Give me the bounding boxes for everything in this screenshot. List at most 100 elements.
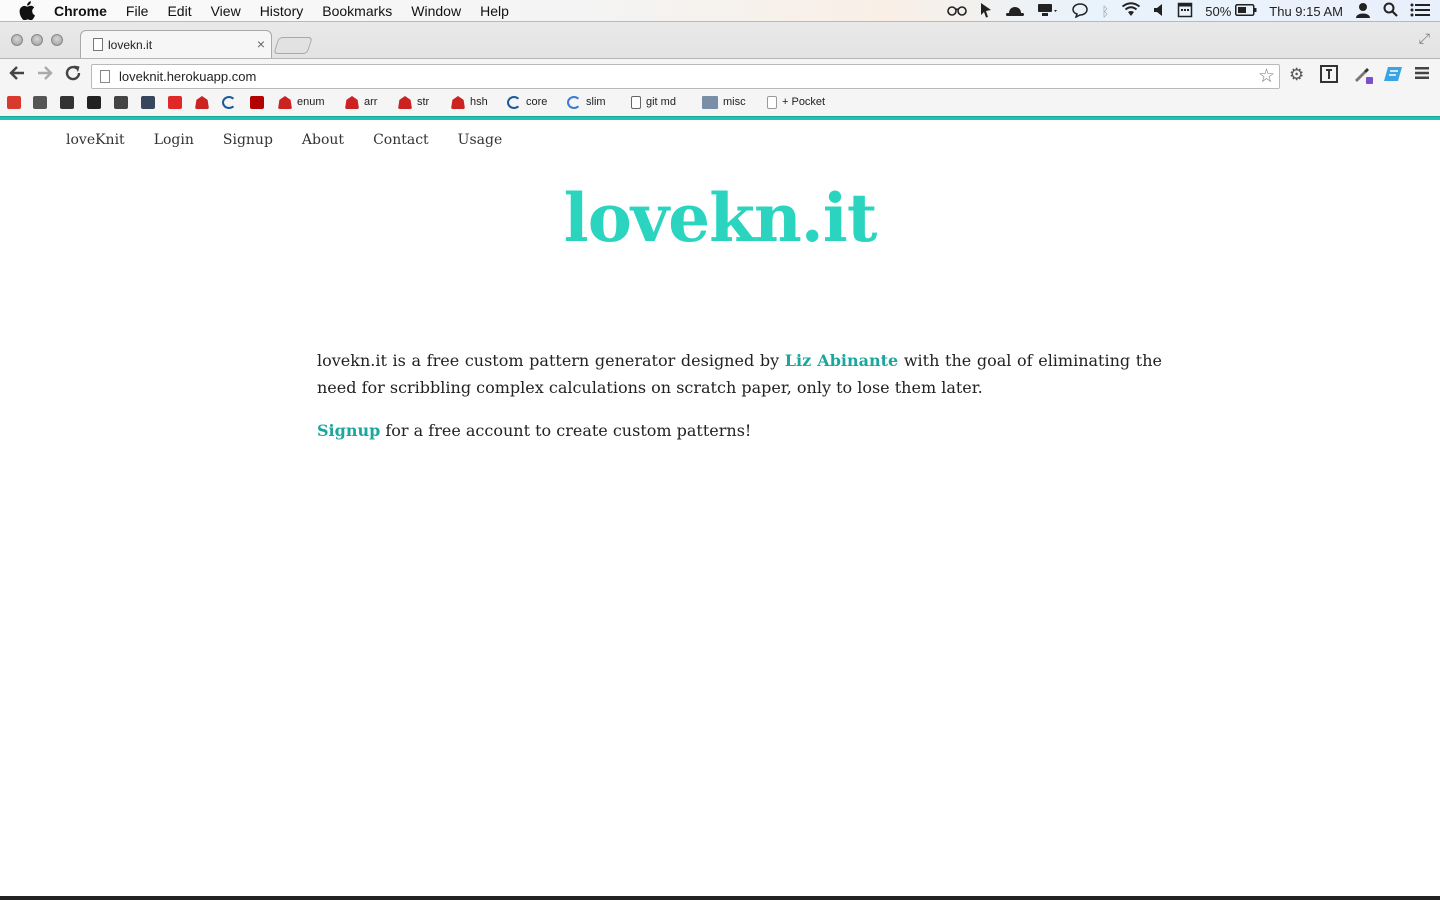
site-accent-line (0, 116, 1440, 120)
tab-title: lovekn.it (108, 38, 153, 52)
status-area: ᛒ 50% Thu 9:15 AM (935, 0, 1440, 22)
nav-link-usage[interactable]: Usage (458, 131, 503, 149)
glasses-icon[interactable] (947, 4, 968, 19)
fullscreen-icon[interactable]: ⤢ (1419, 30, 1430, 47)
menu-view[interactable]: View (211, 2, 241, 20)
user-icon[interactable] (1355, 2, 1371, 21)
browser-window-frame: lovekn.it × ⤢ loveknit.herokuapp.com ☆ ⚙ (0, 22, 1440, 120)
bookmark-item[interactable] (60, 96, 79, 109)
folder-icon (702, 96, 718, 109)
menu-help[interactable]: Help (480, 2, 509, 20)
signup-link[interactable]: Signup (317, 421, 380, 440)
bookmark-star-icon[interactable]: ☆ (1258, 65, 1275, 88)
hat-icon[interactable] (1005, 3, 1025, 20)
cloud-icon (114, 96, 128, 109)
chat-bubble-icon[interactable] (1071, 2, 1089, 21)
page-icon (767, 96, 777, 109)
calendar-icon[interactable] (1177, 2, 1193, 21)
url-text[interactable]: loveknit.herokuapp.com (119, 68, 256, 86)
bookmark-item[interactable] (33, 96, 52, 109)
bookmark-label: hsh (470, 96, 488, 108)
notification-list-icon[interactable] (1410, 3, 1430, 20)
minimize-window-button[interactable] (31, 34, 43, 46)
ruby-icon (195, 96, 209, 109)
bookmark-item[interactable]: str (398, 96, 429, 109)
bookmark-item[interactable]: + Pocket (767, 96, 825, 109)
bookmark-item[interactable]: arr (345, 96, 377, 109)
bookmark-label: slim (586, 96, 606, 108)
bookmark-item[interactable] (222, 96, 241, 109)
rails-icon (250, 96, 264, 109)
intro-content: lovekn.it is a free custom pattern gener… (317, 347, 1162, 460)
nav-link-login[interactable]: Login (154, 131, 194, 149)
bookmark-label: git md (646, 96, 676, 108)
menu-bookmarks[interactable]: Bookmarks (322, 2, 392, 20)
bookmark-item[interactable]: git md (631, 96, 676, 109)
blue-extension-icon[interactable] (1383, 65, 1403, 88)
close-tab-icon[interactable]: × (257, 36, 265, 52)
bookmark-item[interactable] (141, 96, 160, 109)
bookmark-item[interactable]: enum (278, 96, 325, 109)
menu-history[interactable]: History (260, 2, 304, 20)
wifi-icon[interactable] (1121, 2, 1141, 20)
author-link[interactable]: Liz Abinante (785, 351, 898, 370)
intro-paragraph: lovekn.it is a free custom pattern gener… (317, 347, 1162, 401)
menu-file[interactable]: File (126, 2, 149, 20)
page-icon (93, 38, 103, 51)
nav-link-about[interactable]: About (302, 131, 344, 149)
os-menubar: Chrome File Edit View History Bookmarks … (0, 0, 1440, 22)
close-window-button[interactable] (11, 34, 23, 46)
intro-text-before: lovekn.it is a free custom pattern gener… (317, 351, 785, 370)
new-tab-button[interactable] (273, 37, 313, 54)
reader-extension-icon[interactable] (1320, 65, 1338, 88)
nav-link-contact[interactable]: Contact (373, 131, 429, 149)
nav-link-loveknit[interactable]: loveKnit (66, 131, 125, 149)
cursor-icon[interactable] (979, 2, 993, 21)
display-icon[interactable] (1037, 3, 1059, 20)
bookmark-item[interactable]: misc (702, 96, 746, 109)
bookmark-item[interactable] (195, 96, 214, 109)
bookmark-item[interactable] (168, 96, 187, 109)
bookmark-item[interactable]: slim (567, 96, 606, 109)
bookmark-item[interactable] (114, 96, 133, 109)
apple-icon[interactable] (19, 1, 35, 20)
signup-paragraph: Signup for a free account to create cust… (317, 417, 1162, 444)
ruby-icon (345, 96, 359, 109)
puzzle-icon (33, 96, 47, 109)
clock[interactable]: Thu 9:15 AM (1269, 4, 1343, 19)
bookmarks-bar: enum arr str hsh core slim git md misc + Pocket (0, 92, 1440, 116)
chrome-menu-icon[interactable] (1414, 65, 1430, 85)
web-page: loveKnit Login Signup About Contact Usag… (0, 122, 1440, 896)
ruby-icon (451, 96, 465, 109)
volume-icon[interactable] (1153, 3, 1165, 20)
browser-tab[interactable]: lovekn.it × (80, 30, 272, 58)
bluetooth-icon[interactable]: ᛒ (1101, 4, 1109, 19)
zoom-window-button[interactable] (51, 34, 63, 46)
menu-edit[interactable]: Edit (167, 2, 191, 20)
menu-app-name[interactable]: Chrome (54, 2, 107, 20)
bookmark-item[interactable] (87, 96, 106, 109)
bookmark-label: core (526, 96, 548, 108)
bookmark-item[interactable]: hsh (451, 96, 488, 109)
menu-window[interactable]: Window (411, 2, 461, 20)
window-controls (11, 34, 71, 46)
gear-icon[interactable]: ⚙ (1289, 65, 1304, 85)
eyedropper-extension-icon[interactable] (1352, 65, 1374, 90)
bookmark-item[interactable] (7, 96, 26, 109)
bookmark-label: enum (297, 96, 325, 108)
nav-link-signup[interactable]: Signup (223, 131, 273, 149)
address-bar[interactable]: loveknit.herokuapp.com ☆ (91, 64, 1280, 89)
bookmark-label: str (417, 96, 430, 108)
battery-icon[interactable] (1235, 3, 1257, 19)
site-nav: loveKnit Login Signup About Contact Usag… (66, 131, 531, 149)
spotlight-search-icon[interactable] (1383, 2, 1398, 20)
back-arrow-icon[interactable] (8, 64, 26, 87)
bookmark-label: arr (364, 96, 378, 108)
reload-icon[interactable] (64, 64, 82, 87)
bookmark-item[interactable] (250, 96, 269, 109)
circle-icon (60, 96, 74, 109)
forward-arrow-icon[interactable] (36, 64, 54, 87)
slim-icon (567, 96, 581, 109)
github-icon (87, 96, 101, 109)
bookmark-item[interactable]: core (507, 96, 547, 109)
